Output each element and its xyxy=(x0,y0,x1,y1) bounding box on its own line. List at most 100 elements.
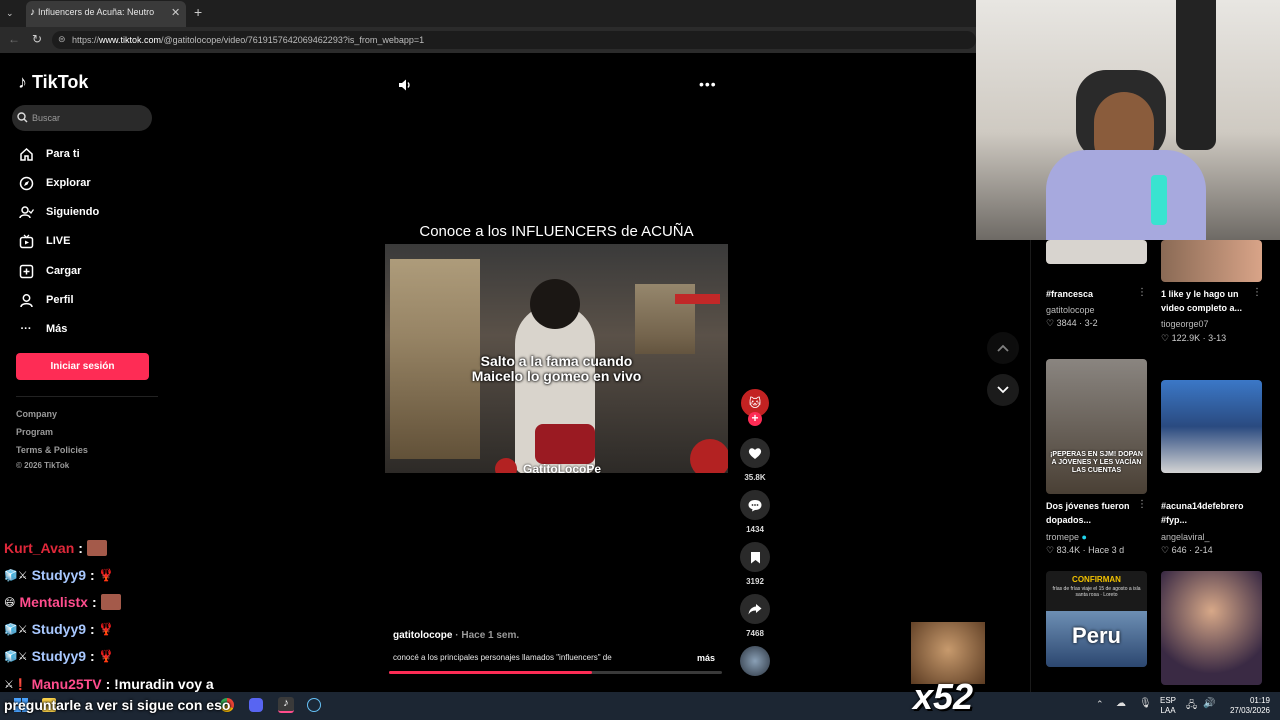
video-options-icon[interactable]: ••• xyxy=(699,76,717,92)
video-player[interactable]: Salto a la fama cuando Maicelo lo gomeo … xyxy=(385,244,728,473)
webcam-punching-bag xyxy=(1176,0,1216,150)
more-icon: ··· xyxy=(20,323,32,335)
chat-username: Studyy9 xyxy=(31,567,87,583)
related-thumb-4[interactable] xyxy=(1161,380,1262,473)
microphone-icon[interactable]: 🎙 xyxy=(1139,698,1152,709)
home-icon xyxy=(18,146,34,162)
video-person-head xyxy=(530,279,580,329)
site-info-icon[interactable]: ⊜ xyxy=(58,34,66,45)
upload-icon xyxy=(18,263,34,279)
related-thumb-6[interactable] xyxy=(1161,571,1262,685)
chat-badge-icon: 😄 xyxy=(4,596,16,609)
video-corner-sticker xyxy=(690,439,728,473)
speaker-icon[interactable]: 🔊 xyxy=(1203,698,1215,709)
footer-link-program[interactable]: Program xyxy=(16,427,53,437)
comment-button[interactable]: 1434 xyxy=(740,490,770,534)
music-disc[interactable] xyxy=(740,646,770,676)
previous-video-button[interactable] xyxy=(987,332,1019,364)
sidebar-item-explorar[interactable]: Explorar xyxy=(18,172,158,194)
like-button[interactable]: 35.8K xyxy=(740,438,770,482)
watermark-cat-icon xyxy=(495,458,517,473)
sidebar-item-perfil[interactable]: Perfil xyxy=(18,289,158,311)
video-author[interactable]: gatitolocope · Hace 1 sem. xyxy=(393,630,519,641)
heart-icon xyxy=(740,438,770,468)
related-author-4[interactable]: angelaviral_ xyxy=(1161,532,1210,542)
discord-icon[interactable] xyxy=(249,698,263,712)
related-meta-1: ♡ 3844 · 3-2 xyxy=(1046,318,1098,328)
follow-button[interactable]: + xyxy=(748,412,762,426)
related-author-2[interactable]: tiogeorge07 xyxy=(1161,319,1209,329)
related-3-options-icon[interactable]: ⋮ xyxy=(1137,499,1147,510)
related-title-4[interactable]: #acuna14defebrero #fyp... xyxy=(1161,499,1263,527)
webcam-microphone xyxy=(1151,175,1167,225)
steam-icon[interactable] xyxy=(307,698,321,712)
copyright: © 2026 TikTok xyxy=(16,461,70,470)
chat-message-continuation: preguntarle a ver si sigue con eso xyxy=(4,697,231,713)
webcam-streamer-shirt xyxy=(1046,150,1206,240)
sidebar-item-siguiendo[interactable]: Siguiendo xyxy=(18,201,158,223)
related-1-options-icon[interactable]: ⋮ xyxy=(1137,287,1147,298)
related-thumb-3[interactable]: ¡PEPERAS EN SJM! DOPAN A JÓVENES Y LES V… xyxy=(1046,359,1147,494)
volume-icon[interactable] xyxy=(398,78,412,92)
comment-count: 1434 xyxy=(746,525,764,534)
sidebar-item-cargar[interactable]: Cargar xyxy=(18,260,158,282)
new-tab-icon[interactable]: + xyxy=(194,4,202,20)
compass-icon xyxy=(18,175,34,191)
related-2-options-icon[interactable]: ⋮ xyxy=(1252,287,1262,298)
save-button[interactable]: 3192 xyxy=(740,542,770,586)
next-video-button[interactable] xyxy=(987,374,1019,406)
chat-username: Kurt_Avan xyxy=(4,540,75,556)
related-title-2[interactable]: 1 like y le hago un video completo a... xyxy=(1161,287,1263,315)
chat-username: Studyy9 xyxy=(31,621,87,637)
bus-sign xyxy=(675,294,720,304)
bookmark-icon xyxy=(740,542,770,572)
tiktok-taskbar-icon[interactable]: ♪ xyxy=(278,697,294,713)
sidebar-item-label: Siguiendo xyxy=(46,206,100,218)
related-title-1[interactable]: #francesca xyxy=(1046,287,1148,301)
chat-message: 🧊⚔ Studyy9: 🦞 xyxy=(4,648,114,664)
sidebar-item-label: Explorar xyxy=(46,177,91,189)
following-icon xyxy=(18,204,34,220)
sidebar-item-para-ti[interactable]: Para ti xyxy=(18,143,158,165)
related-thumb-1[interactable] xyxy=(1046,240,1147,264)
login-button[interactable]: Iniciar sesión xyxy=(16,353,149,380)
network-icon[interactable]: 🖧 xyxy=(1186,698,1197,715)
related-title-3[interactable]: Dos jóvenes fueron dopados... xyxy=(1046,499,1148,527)
url-text: https://www.tiktok.com/@gatitolocope/vid… xyxy=(72,35,425,45)
footer-link-terms[interactable]: Terms & Policies xyxy=(16,445,88,455)
profile-icon xyxy=(18,292,34,308)
verified-badge-icon: ● xyxy=(1081,532,1087,542)
footer-link-company[interactable]: Company xyxy=(16,409,57,419)
video-caption: Salto a la fama cuando Maicelo lo gomeo … xyxy=(471,353,642,384)
tray-chevron-up-icon[interactable]: ⌃ xyxy=(1096,699,1104,710)
back-icon[interactable]: ← xyxy=(8,32,20,46)
tab-list-chevron-icon[interactable]: ⌄ xyxy=(6,8,14,19)
related-author-1[interactable]: gatitolocope xyxy=(1046,305,1095,315)
related-thumb-5-big: Peru xyxy=(1072,623,1121,648)
sidebar-item-live[interactable]: LIVE xyxy=(18,230,158,252)
related-thumb-5-sub: frías de frías viaje el 15 de agosto a i… xyxy=(1052,586,1141,598)
onedrive-icon[interactable]: ☁ xyxy=(1116,698,1126,709)
sidebar-item-label: LIVE xyxy=(46,235,71,247)
sidebar-item-mas[interactable]: ··· Más xyxy=(18,318,158,340)
related-thumb-5[interactable]: CONFIRMAN frías de frías viaje el 15 de … xyxy=(1046,571,1147,667)
tiktok-favicon-icon: ♪ xyxy=(30,7,35,18)
sidebar-divider xyxy=(16,396,158,397)
chat-message: 😄 Mentalistx: xyxy=(4,591,121,613)
chat-message: Kurt_Avan: xyxy=(4,537,107,559)
reload-icon[interactable]: ↻ xyxy=(32,32,42,46)
video-progress-fill xyxy=(389,671,593,674)
share-button[interactable]: 7468 xyxy=(740,594,770,638)
chat-badge-icon: 🧊⚔ xyxy=(4,569,28,582)
taskbar-clock[interactable]: 01:19 27/03/2026 xyxy=(1224,696,1270,716)
save-count: 3192 xyxy=(746,577,764,586)
input-language[interactable]: ESP LAA xyxy=(1160,696,1176,716)
share-count: 7468 xyxy=(746,629,764,638)
chat-emote-icon xyxy=(100,594,121,610)
chevron-down-icon xyxy=(997,386,1009,394)
close-tab-icon[interactable]: ✕ xyxy=(171,6,180,19)
tiktok-logo[interactable]: ♪ TikTok xyxy=(18,72,88,93)
related-thumb-2[interactable] xyxy=(1161,240,1262,282)
more-link[interactable]: más xyxy=(697,653,715,663)
related-author-3[interactable]: tromepe ● xyxy=(1046,532,1087,542)
